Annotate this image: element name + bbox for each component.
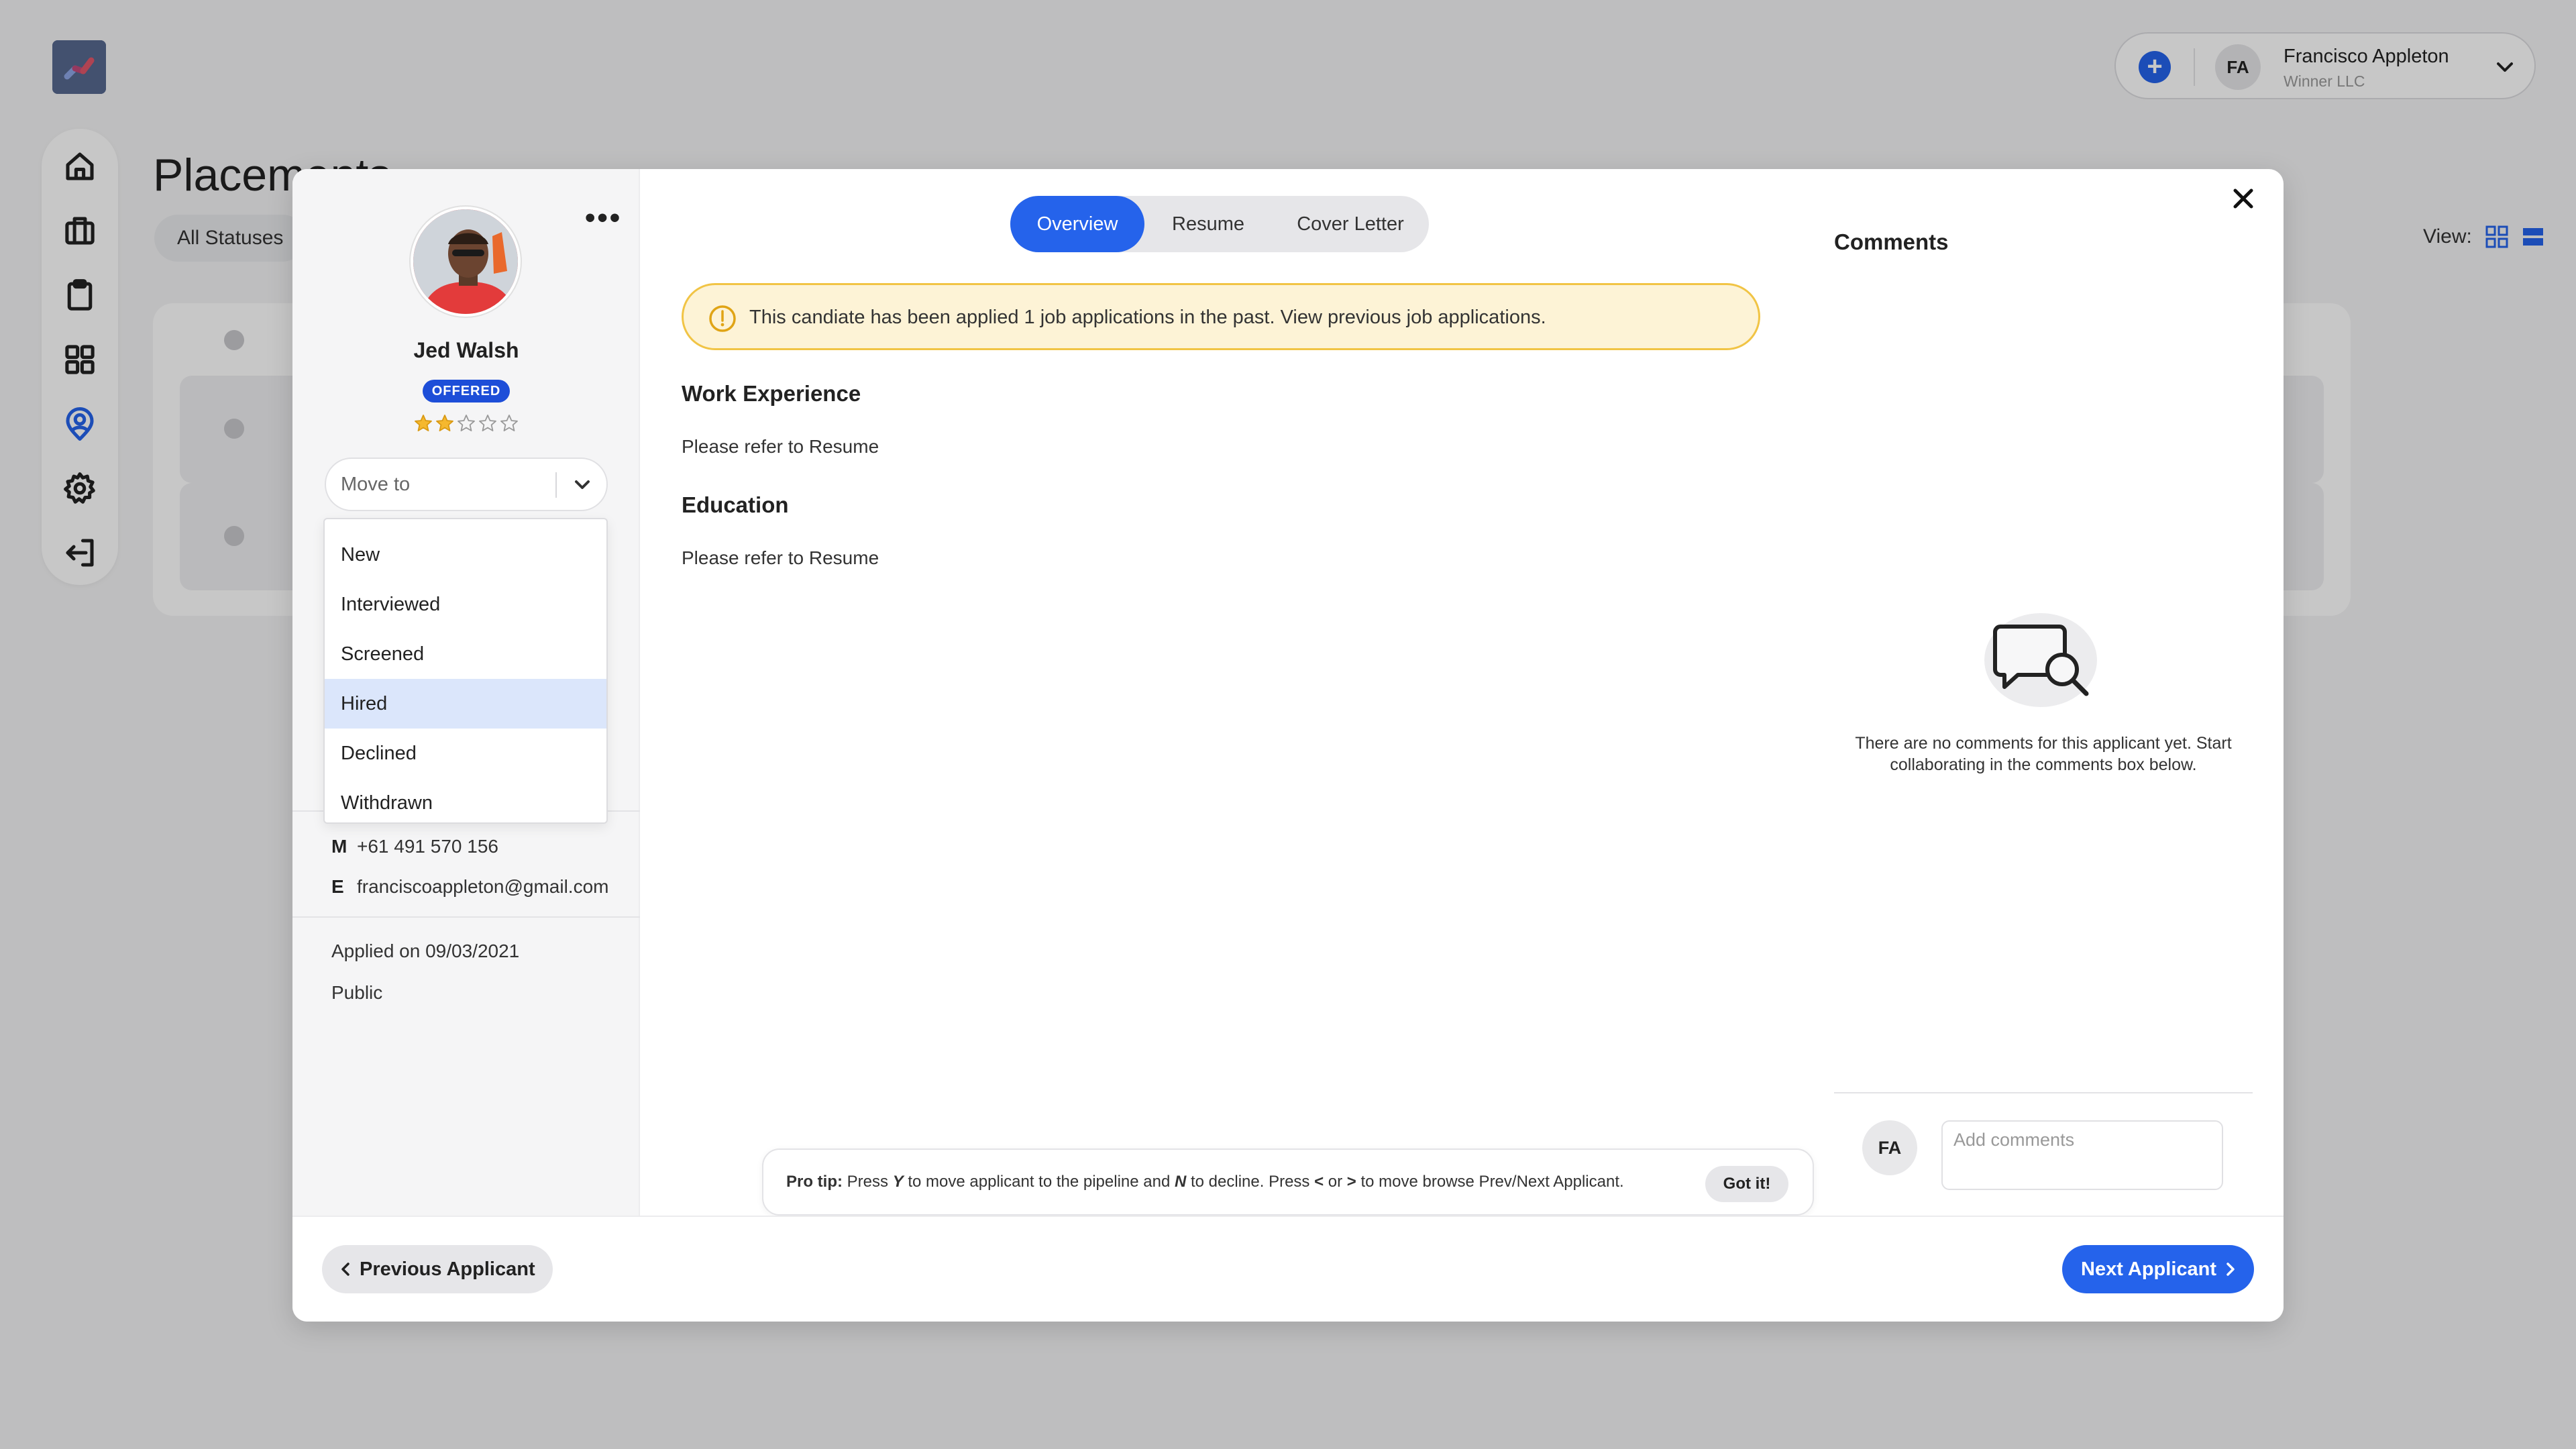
work-experience-title: Work Experience xyxy=(682,381,861,406)
applied-date: Applied on 09/03/2021 xyxy=(331,941,520,961)
chevron-left-icon xyxy=(341,1263,350,1276)
divider xyxy=(1834,1092,2253,1093)
option-declined[interactable]: Declined xyxy=(325,729,606,778)
got-it-button[interactable]: Got it! xyxy=(1705,1166,1788,1202)
divider xyxy=(292,916,640,918)
email-address[interactable]: franciscoappleton@gmail.com xyxy=(357,876,608,897)
tab-overview[interactable]: Overview xyxy=(1010,196,1144,252)
previous-applicant-label: Previous Applicant xyxy=(360,1258,535,1280)
star-empty-icon[interactable] xyxy=(499,413,519,433)
mobile-number[interactable]: +61 491 570 156 xyxy=(357,836,498,857)
key-n: N xyxy=(1174,1173,1187,1191)
star-filled-icon[interactable] xyxy=(413,413,433,433)
option-withdrawn[interactable]: Withdrawn xyxy=(325,778,606,828)
next-applicant-button[interactable]: Next Applicant xyxy=(2062,1245,2254,1293)
move-to-placeholder: Move to xyxy=(341,474,411,495)
commenter-avatar: FA xyxy=(1862,1120,1917,1175)
visibility: Public xyxy=(331,982,383,1003)
comments-empty-message: There are no comments for this applicant… xyxy=(1855,734,2232,774)
pro-tip-text: Pro tip: Press Y to move applicant to th… xyxy=(786,1150,1624,1214)
email-label: E xyxy=(331,876,344,897)
star-empty-icon[interactable] xyxy=(456,413,476,433)
email-row: Efranciscoappleton@gmail.com xyxy=(331,876,608,898)
move-to-select[interactable]: Move to xyxy=(325,458,608,511)
option-new[interactable]: New xyxy=(325,530,606,580)
education-title: Education xyxy=(682,492,789,517)
previous-applicant-button[interactable]: Previous Applicant xyxy=(322,1245,553,1293)
next-applicant-label: Next Applicant xyxy=(2081,1258,2216,1280)
rating-stars[interactable] xyxy=(413,413,521,437)
mobile-row: M +61 491 570 156 xyxy=(331,836,498,857)
applicant-tabs: Overview Resume Cover Letter xyxy=(1010,196,1429,252)
option-interviewed[interactable]: Interviewed xyxy=(325,580,606,629)
applicant-photo-image xyxy=(413,209,518,314)
work-experience-body: Please refer to Resume xyxy=(682,436,879,457)
divider xyxy=(555,472,557,498)
add-comment-input[interactable] xyxy=(1941,1120,2223,1190)
comments-title: Comments xyxy=(1834,229,1949,254)
pro-tip-lead: Pro tip: xyxy=(786,1173,843,1191)
star-empty-icon[interactable] xyxy=(478,413,498,433)
previous-applications-notice[interactable]: This candiate has been applied 1 job app… xyxy=(682,283,1760,350)
applicant-more-icon[interactable]: ••• xyxy=(585,203,622,233)
pro-tip-part: Press xyxy=(843,1173,893,1191)
status-badge: OFFERED xyxy=(423,380,510,402)
pro-tip-part: to move browse Prev/Next Applicant. xyxy=(1356,1173,1624,1191)
notice-text: This candiate has been applied 1 job app… xyxy=(749,307,1546,328)
applicant-name: Jed Walsh xyxy=(413,338,519,362)
chevron-down-icon[interactable] xyxy=(569,471,596,498)
key-next: > xyxy=(1346,1173,1356,1191)
pro-tip-part: or xyxy=(1324,1173,1347,1191)
pro-tip-part: to decline. Press xyxy=(1186,1173,1315,1191)
modal-footer: Previous Applicant Next Applicant xyxy=(292,1216,2284,1322)
mobile-label: M xyxy=(331,836,347,857)
pro-tip-part: to move applicant to the pipeline and xyxy=(903,1173,1175,1191)
pro-tip-banner: Pro tip: Press Y to move applicant to th… xyxy=(762,1148,1814,1216)
close-icon[interactable] xyxy=(2227,182,2259,215)
tab-cover-letter[interactable]: Cover Letter xyxy=(1272,196,1429,252)
key-prev: < xyxy=(1314,1173,1324,1191)
tab-resume[interactable]: Resume xyxy=(1144,196,1272,252)
education-body: Please refer to Resume xyxy=(682,547,879,568)
applicant-profile-panel: ••• Jed Walsh OFFERED Move to New Interv… xyxy=(292,169,640,1216)
star-filled-icon[interactable] xyxy=(435,413,455,433)
warning-icon xyxy=(709,305,736,332)
applicant-modal: ••• Jed Walsh OFFERED Move to New Interv… xyxy=(292,169,2284,1322)
option-screened[interactable]: Screened xyxy=(325,629,606,679)
move-to-dropdown: New Interviewed Screened Hired Declined … xyxy=(323,518,608,824)
key-y: Y xyxy=(892,1173,904,1191)
comment-search-icon xyxy=(1984,613,2097,707)
option-hired[interactable]: Hired xyxy=(325,679,606,729)
chevron-right-icon xyxy=(2226,1263,2235,1276)
applicant-photo xyxy=(411,207,521,317)
